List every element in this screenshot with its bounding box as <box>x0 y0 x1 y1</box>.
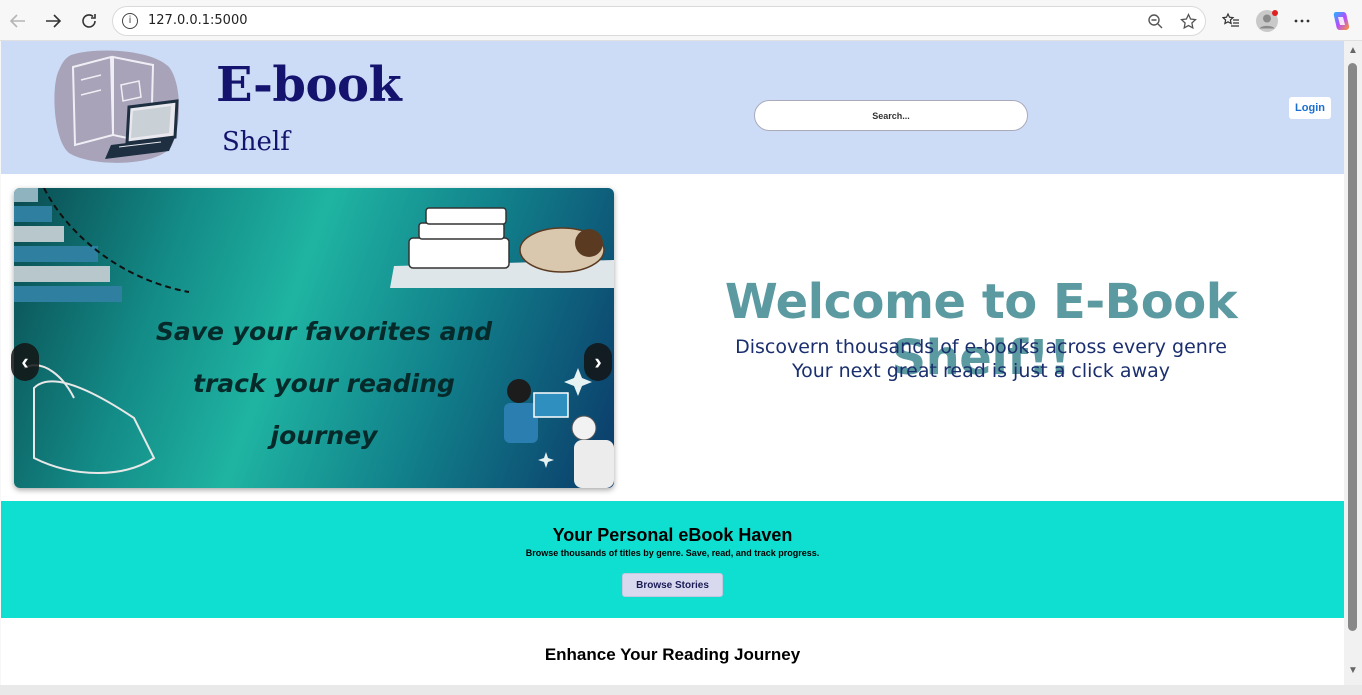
carousel-next-button[interactable]: › <box>584 343 612 381</box>
back-icon[interactable] <box>5 8 31 34</box>
star-icon[interactable] <box>1177 10 1199 32</box>
enhance-title: Enhance Your Reading Journey <box>544 645 801 664</box>
brand-title: E-book <box>216 57 402 113</box>
browse-stories-button[interactable]: Browse Stories <box>622 573 723 597</box>
site-header: E-book Shelf Login <box>1 41 1344 174</box>
profile-icon[interactable] <box>1254 8 1280 34</box>
login-button[interactable]: Login <box>1289 97 1331 119</box>
more-icon[interactable] <box>1289 8 1315 34</box>
scroll-up-icon[interactable]: ▲ <box>1347 45 1359 57</box>
scroll-thumb[interactable] <box>1348 63 1357 631</box>
forward-icon[interactable] <box>40 8 66 34</box>
browser-toolbar: i 127.0.0.1:5000 <box>0 0 1362 41</box>
carousel-caption-line: track your reading journey <box>193 369 455 450</box>
favorites-icon[interactable] <box>1218 8 1244 34</box>
welcome-line: Discovern thousands of e-books across ev… <box>735 336 1227 358</box>
search-input[interactable] <box>754 100 1028 131</box>
scroll-down-icon[interactable]: ▼ <box>1347 665 1359 677</box>
page-scrollbar[interactable]: ▲ ▼ <box>1344 41 1362 685</box>
info-icon[interactable]: i <box>122 13 138 29</box>
carousel-prev-button[interactable]: ‹ <box>11 343 39 381</box>
haven-section: Your Personal eBook Haven Browse thousan… <box>1 501 1344 618</box>
taskbar-edge <box>0 685 1362 695</box>
refresh-icon[interactable] <box>76 8 102 34</box>
ebook-logo <box>51 45 181 165</box>
hero-carousel: Save your favorites and track your readi… <box>14 188 614 488</box>
haven-title: Your Personal eBook Haven <box>552 525 793 545</box>
carousel-caption: Save your favorites and track your readi… <box>154 306 494 462</box>
address-url[interactable]: 127.0.0.1:5000 <box>148 13 248 28</box>
haven-subtitle: Browse thousands of titles by genre. Sav… <box>525 548 820 558</box>
address-bar[interactable]: i 127.0.0.1:5000 <box>112 6 1206 36</box>
page-viewport: E-book Shelf Login <box>1 41 1344 685</box>
copilot-icon[interactable] <box>1327 8 1353 34</box>
brand-subtitle: Shelf <box>222 127 290 157</box>
welcome-line: Your next great read is just a click awa… <box>791 360 1170 382</box>
carousel-caption-line: Save your favorites and <box>155 317 493 346</box>
zoom-out-icon[interactable] <box>1144 10 1166 32</box>
